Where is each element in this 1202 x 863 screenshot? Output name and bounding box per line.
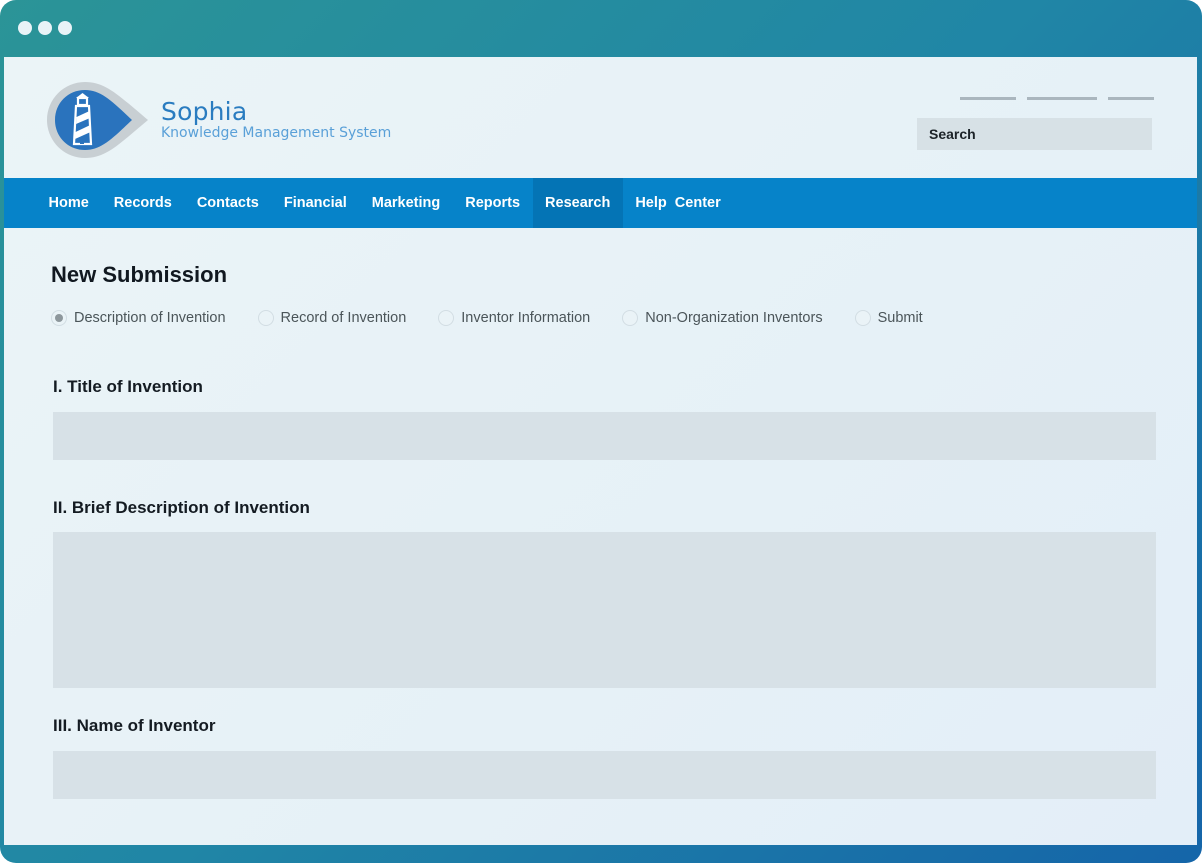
window-control-dot[interactable] (18, 21, 32, 35)
window-control-dot[interactable] (58, 21, 72, 35)
lighthouse-icon[interactable] (46, 81, 150, 159)
top-link[interactable] (1108, 97, 1154, 100)
step-indicator: Description of Invention Record of Inven… (51, 310, 1152, 326)
brand-name: Sophia (161, 97, 248, 126)
step-label: Description of Invention (74, 310, 226, 326)
page-title: New Submission (51, 262, 228, 287)
window-controls (18, 21, 72, 35)
header: Sophia Knowledge Management System (4, 57, 1197, 178)
step-non-organization-inventors[interactable]: Non-Organization Inventors (622, 310, 823, 326)
window-control-dot[interactable] (38, 21, 52, 35)
nav-item-home[interactable]: Home (36, 178, 101, 228)
brief-description-textarea[interactable] (53, 532, 1156, 688)
step-description-of-invention[interactable]: Description of Invention (51, 310, 226, 326)
title-of-invention-input[interactable] (53, 412, 1156, 460)
step-record-of-invention[interactable]: Record of Invention (257, 310, 407, 326)
search-input[interactable] (917, 118, 1152, 150)
browser-frame: Sophia Knowledge Management System Home … (0, 0, 1202, 863)
name-of-inventor-label: III. Name of Inventor (53, 716, 216, 735)
nav-item-help-center[interactable]: Help Center (623, 178, 733, 228)
main-nav: Home Records Contacts Financial Marketin… (4, 178, 1197, 228)
submission-form: New Submission Description of Invention … (51, 262, 1156, 799)
radio-icon[interactable] (854, 310, 871, 326)
top-link[interactable] (1027, 97, 1097, 100)
step-label: Non-Organization Inventors (645, 310, 823, 326)
nav-item-financial[interactable]: Financial (271, 178, 359, 228)
name-of-inventor-input[interactable] (53, 751, 1156, 799)
nav-item-contacts[interactable]: Contacts (184, 178, 271, 228)
radio-icon[interactable] (622, 310, 639, 326)
brand-subtitle: Knowledge Management System (161, 125, 392, 141)
title-of-invention-label: I. Title of Invention (53, 377, 203, 396)
top-link[interactable] (960, 97, 1016, 100)
step-label: Submit (877, 310, 923, 326)
nav-item-research[interactable]: Research (532, 178, 623, 228)
nav-item-records[interactable]: Records (101, 178, 184, 228)
radio-icon[interactable] (438, 310, 455, 326)
nav-item-marketing[interactable]: Marketing (359, 178, 453, 228)
step-label: Record of Invention (280, 310, 407, 326)
step-label: Inventor Information (461, 310, 591, 326)
step-submit[interactable]: Submit (854, 310, 923, 326)
brief-description-label: II. Brief Description of Invention (53, 498, 310, 517)
step-inventor-information[interactable]: Inventor Information (438, 310, 590, 326)
radio-checked-icon[interactable] (51, 310, 67, 326)
app-window: Sophia Knowledge Management System Home … (4, 57, 1197, 845)
nav-item-reports[interactable]: Reports (453, 178, 533, 228)
radio-icon[interactable] (257, 310, 274, 326)
top-links (960, 97, 1154, 100)
